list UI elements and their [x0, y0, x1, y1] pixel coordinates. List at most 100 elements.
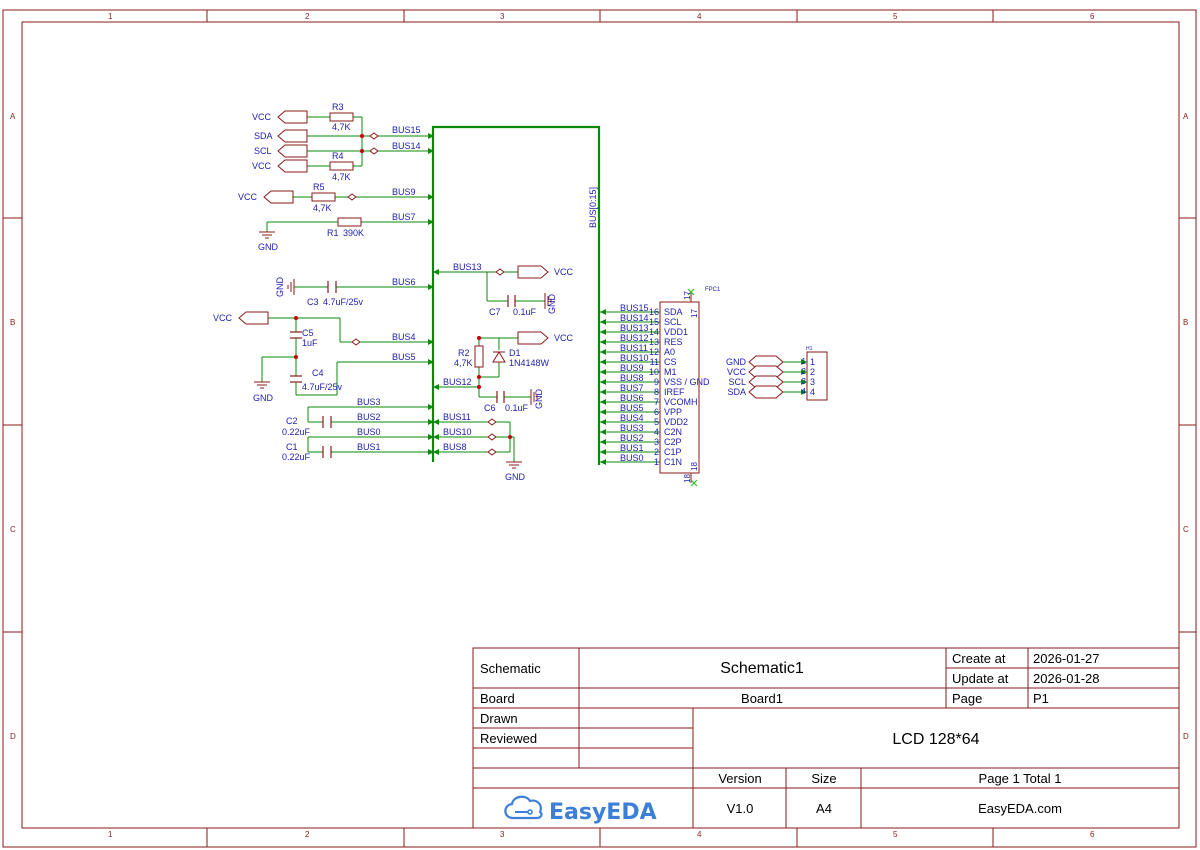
fpc-pin-name: VSS / GND — [664, 377, 710, 387]
bus-label: BUS[0:15] — [588, 187, 598, 228]
net-label: BUS3 — [357, 397, 381, 407]
net-label: BUS15 — [392, 125, 421, 135]
tb-update-label: Update at — [952, 671, 1009, 686]
row-label-right: B — [1183, 318, 1188, 327]
fpc-bus-label: BUS13 — [620, 323, 649, 333]
fpc-bus-label: BUS3 — [620, 423, 644, 433]
col-label-bottom: 6 — [1090, 830, 1095, 839]
fpc-bus-label: BUS10 — [620, 353, 649, 363]
fpc-pin-number: 3 — [654, 437, 659, 447]
fpc-pin-number: 5 — [654, 417, 659, 427]
component-labels: R3 4,7K R4 4,7K R5 4,7K R1 390K C3 4.7uF… — [282, 102, 550, 462]
fpc-pin-number: 2 — [654, 447, 659, 457]
value-c5: 1uF — [302, 338, 318, 348]
port-vcc: VCC — [252, 112, 272, 122]
logo-text: EasyEDA — [549, 800, 657, 825]
fpc-pin-name: IREF — [664, 387, 685, 397]
fpc-bottom-pin-b: 18 — [690, 462, 699, 471]
net-label: BUS11 — [443, 412, 471, 422]
fpc-pin-number: 10 — [649, 367, 659, 377]
ref-r1: R1 — [327, 228, 339, 238]
net-label: BUS2 — [357, 412, 381, 422]
fpc-top-pin-b: 17 — [690, 309, 699, 318]
fpc-pin-name: C1P — [664, 447, 682, 457]
fpc-bus-label: BUS2 — [620, 433, 644, 443]
tb-board-label: Board — [480, 691, 515, 706]
port-vcc: VCC — [238, 192, 258, 202]
col-label-bottom: 4 — [697, 830, 702, 839]
ref-r2: R2 — [458, 348, 470, 358]
fpc-pin-name: C1N — [664, 457, 682, 467]
row-label-right: A — [1183, 112, 1189, 121]
col-label-bottom: 5 — [893, 830, 898, 839]
tb-schematic-name: Schematic1 — [720, 660, 804, 677]
fpc-bus-label: BUS1 — [620, 443, 644, 453]
fpc-pin-number: 8 — [654, 387, 659, 397]
tb-reviewed-label: Reviewed — [480, 731, 537, 746]
fpc-bus-label: BUS5 — [620, 403, 644, 413]
capacitors — [290, 281, 516, 458]
tb-page-value: P1 — [1033, 691, 1049, 706]
h1-net-label: SDA — [727, 387, 746, 397]
row-label-left: A — [10, 112, 16, 121]
fpc-pin-number: 7 — [654, 397, 659, 407]
tb-size: A4 — [816, 801, 832, 816]
fpc-top-pin-a: 17 — [683, 291, 692, 300]
net-label: BUS1 — [357, 442, 381, 452]
tb-page-total: Page 1 Total 1 — [979, 771, 1062, 786]
gnd-label: GND — [253, 393, 274, 403]
tb-page-label: Page — [952, 691, 982, 706]
port-vcc: VCC — [554, 267, 574, 277]
fpc-pin-name: C2N — [664, 427, 682, 437]
net-labels: BUS15 BUS14 BUS9 BUS7 BUS6 BUS4 BUS5 BUS… — [357, 125, 482, 452]
diode-d1 — [492, 351, 506, 363]
fpc-bus-label: BUS15 — [620, 303, 649, 313]
value-c7: 0.1uF — [513, 307, 537, 317]
tb-create-label: Create at — [952, 651, 1006, 666]
value-c6: 0.1uF — [505, 403, 529, 413]
fpc-pin-name: SCL — [664, 317, 682, 327]
tb-version: V1.0 — [727, 801, 754, 816]
h1-pin-number: 2 — [802, 367, 807, 376]
fpc-pin-number: 1 — [654, 457, 659, 467]
fpc-ref: FPC1 — [705, 287, 721, 293]
value-c1: 0.22uF — [282, 452, 311, 462]
tb-title: LCD 128*64 — [892, 731, 979, 748]
ref-c2: C2 — [286, 416, 298, 426]
fpc-bus-label: BUS9 — [620, 363, 644, 373]
fpc-pin-name: VCOMH — [664, 397, 698, 407]
net-label: BUS13 — [453, 262, 482, 272]
value-r1: 390K — [343, 228, 364, 238]
h1-net-label: GND — [726, 357, 747, 367]
tb-schematic-label: Schematic — [480, 661, 541, 676]
col-label-bottom: 3 — [500, 830, 505, 839]
h1-ref: H1 — [806, 346, 813, 352]
fpc-pin-number: 12 — [649, 347, 659, 357]
port-scl: SCL — [254, 146, 272, 156]
ref-d1: D1 — [509, 348, 521, 358]
fpc-bus-label: BUS0 — [620, 453, 644, 463]
value-c3: 4.7uF/25v — [323, 297, 364, 307]
ref-c5: C5 — [302, 328, 314, 338]
col-label-bottom: 2 — [305, 830, 310, 839]
h1-pin-number: 1 — [802, 357, 807, 366]
h1-pin-label: 1 — [810, 357, 815, 367]
col-label-top: 6 — [1090, 12, 1095, 21]
gnd-label: GND — [534, 389, 544, 410]
value-r2: 4,7K — [454, 358, 473, 368]
ref-r3: R3 — [332, 102, 344, 112]
fpc-pin-name: VDD2 — [664, 417, 688, 427]
fpc-bus-label: BUS11 — [620, 343, 648, 353]
h1-pin-number: 3 — [802, 377, 807, 386]
fpc-bus-label: BUS7 — [620, 383, 644, 393]
ref-r5: R5 — [313, 182, 325, 192]
fpc-bus-label: BUS4 — [620, 413, 644, 423]
h1-net-label: SCL — [728, 377, 746, 387]
fpc-pin-name: C2P — [664, 437, 682, 447]
tb-drawn-label: Drawn — [480, 711, 518, 726]
row-label-left: C — [10, 525, 16, 534]
net-label: BUS5 — [392, 352, 416, 362]
tb-website: EasyEDA.com — [978, 801, 1062, 816]
tb-board-name: Board1 — [741, 691, 783, 706]
ref-c6: C6 — [484, 403, 496, 413]
